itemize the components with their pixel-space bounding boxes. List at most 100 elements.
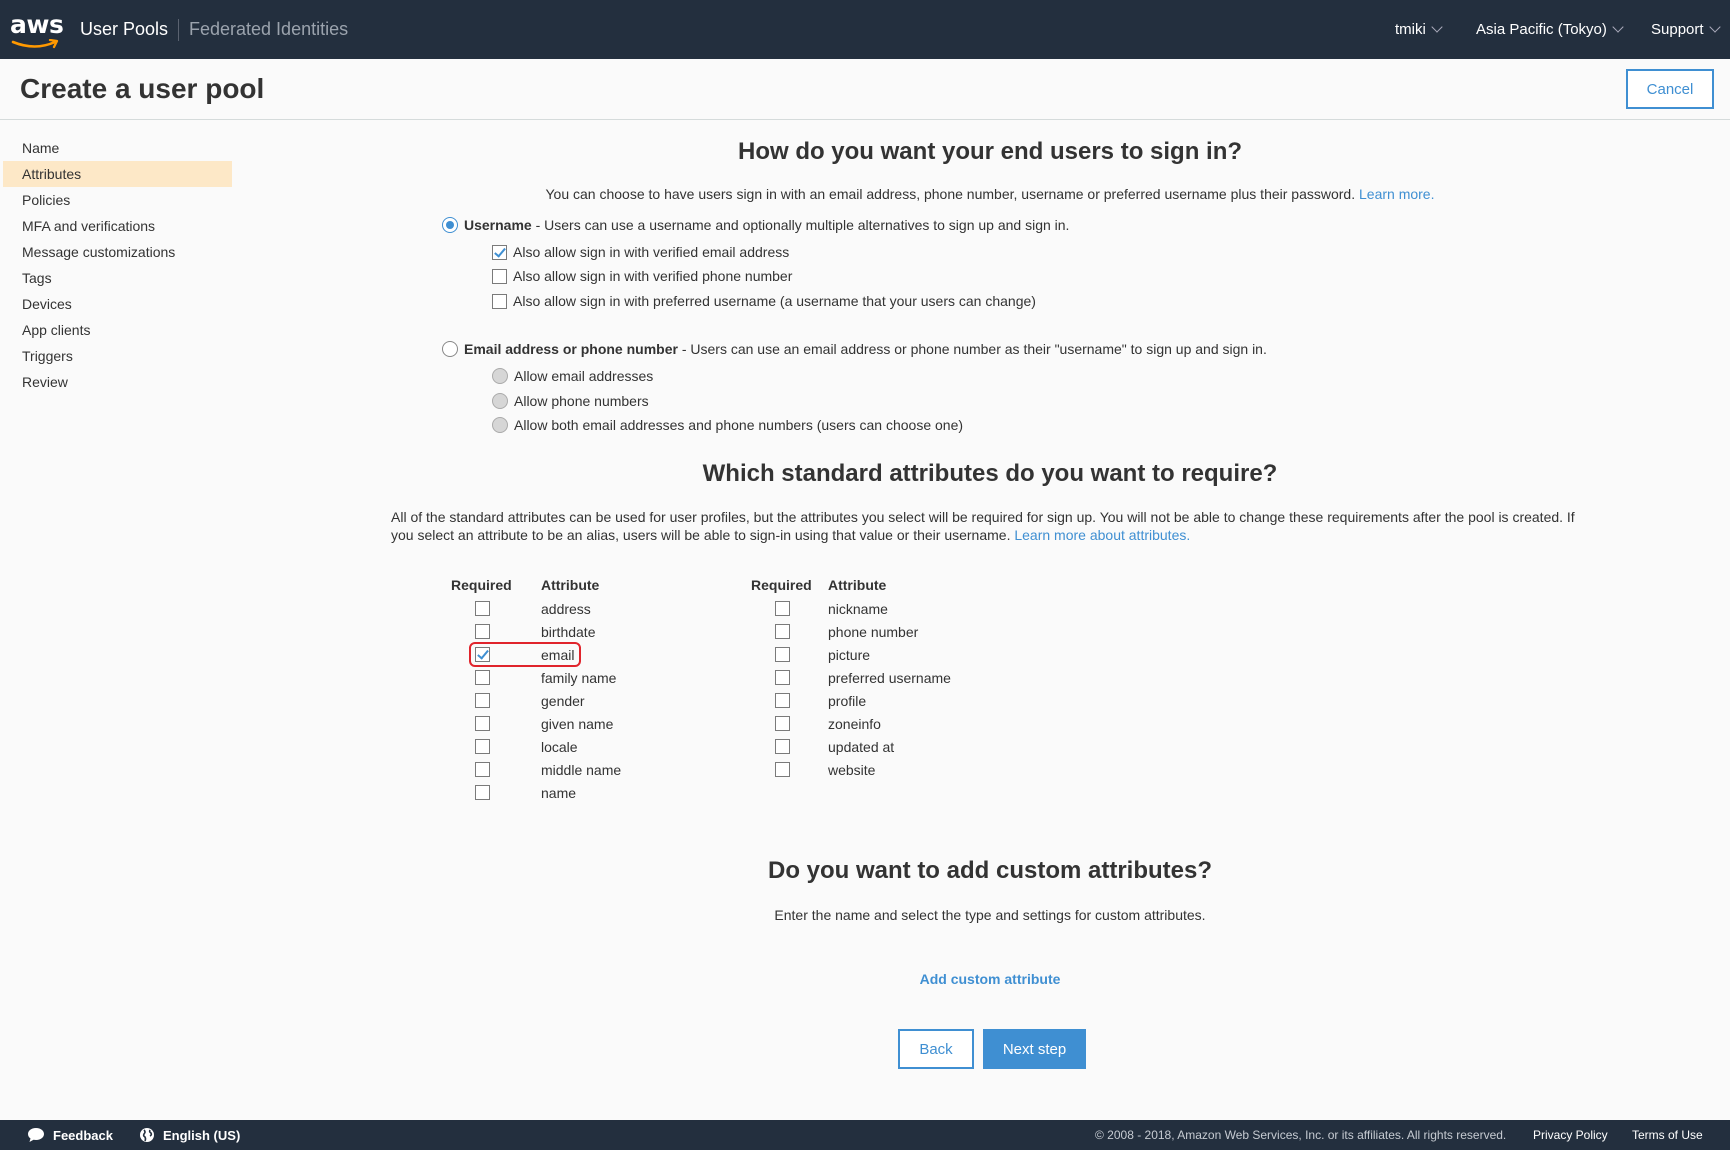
next-step-button[interactable]: Next step [983, 1029, 1086, 1069]
left-col-required-header: Required [451, 577, 512, 593]
allow-phone-option[interactable]: Also allow sign in with verified phone n… [492, 268, 792, 284]
page-title: Create a user pool [20, 73, 265, 104]
attr-row-family-name[interactable]: family name [475, 666, 616, 689]
attr-row-gender[interactable]: gender [475, 689, 585, 712]
globe-icon [140, 1128, 154, 1142]
attr-label-updated-at: updated at [828, 738, 895, 755]
language-label: English (US) [163, 1127, 241, 1143]
signin-intro: You can choose to have users sign in wit… [390, 186, 1590, 202]
chevron-down-icon [1431, 21, 1443, 33]
allow-preferred-option[interactable]: Also allow sign in with preferred userna… [492, 293, 1036, 309]
aws-logo[interactable]: aws [10, 10, 64, 52]
sidebar-item-devices[interactable]: Devices [0, 291, 232, 317]
attr-checkbox-updated-at[interactable] [775, 739, 790, 754]
attr-checkbox-zoneinfo[interactable] [775, 716, 790, 731]
region-menu-label: Asia Pacific (Tokyo) [1476, 21, 1607, 38]
terms-of-use-link[interactable]: Terms of Use [1632, 1128, 1703, 1142]
sidebar-item-attributes[interactable]: Attributes [3, 161, 232, 187]
standard-desc-text: All of the standard attributes can be us… [391, 509, 1575, 543]
sidebar-item-mfa[interactable]: MFA and verifications [0, 213, 232, 239]
attr-row-middle-name[interactable]: middle name [475, 758, 621, 781]
page-header: Create a user pool Cancel [0, 59, 1730, 120]
attr-checkbox-nickname[interactable] [775, 601, 790, 616]
sidebar-item-app-clients[interactable]: App clients [0, 317, 232, 343]
attr-row-preferred-username[interactable]: preferred username [775, 666, 951, 689]
allow-phone-checkbox[interactable] [492, 268, 507, 284]
email-phone-radio[interactable] [442, 341, 458, 357]
attr-checkbox-phone-number[interactable] [775, 624, 790, 639]
attr-checkbox-middle-name[interactable] [475, 762, 490, 777]
attr-checkbox-family-name[interactable] [475, 670, 490, 685]
standard-attributes-title: Which standard attributes do you want to… [702, 460, 1278, 487]
email-phone-option[interactable]: Email address or phone number - Users ca… [442, 341, 1267, 357]
attr-row-locale[interactable]: locale [475, 735, 578, 758]
attr-checkbox-given-name[interactable] [475, 716, 490, 731]
back-button[interactable]: Back [898, 1029, 974, 1069]
attr-row-address[interactable]: address [475, 597, 591, 620]
signin-intro-text: You can choose to have users sign in wit… [545, 186, 1356, 202]
attr-row-updated-at[interactable]: updated at [775, 735, 894, 758]
right-col-required-header: Required [751, 577, 812, 593]
attr-checkbox-website[interactable] [775, 762, 790, 777]
attr-row-profile[interactable]: profile [775, 689, 866, 712]
user-menu[interactable]: tmiki [1395, 21, 1443, 38]
sidebar-item-messages[interactable]: Message customizations [0, 239, 232, 265]
allow-both-radio [492, 417, 508, 433]
username-option[interactable]: Username - Users can use a username and … [442, 217, 1069, 233]
allow-preferred-checkbox[interactable] [492, 293, 507, 309]
email-phone-label: Email address or phone number [464, 341, 678, 357]
copyright-text: © 2008 - 2018, Amazon Web Services, Inc.… [1095, 1128, 1507, 1142]
language-selector[interactable]: English (US) [139, 1127, 240, 1143]
attr-checkbox-name[interactable] [475, 785, 490, 800]
cancel-button[interactable]: Cancel [1626, 69, 1714, 109]
add-custom-attribute-link[interactable]: Add custom attribute [390, 971, 1590, 987]
learn-more-attributes-link[interactable]: Learn more about attributes. [1014, 527, 1190, 543]
allow-email-addresses-option: Allow email addresses [492, 368, 653, 384]
username-radio[interactable] [442, 217, 458, 233]
footer: Feedback English (US) © 2008 - 2018, Ama… [0, 1120, 1730, 1150]
attr-row-picture[interactable]: picture [775, 643, 870, 666]
attr-label-family-name: family name [541, 669, 617, 686]
aws-logo-text: aws [10, 10, 64, 39]
attr-checkbox-locale[interactable] [475, 739, 490, 754]
attr-row-nickname[interactable]: nickname [775, 597, 888, 620]
learn-more-link[interactable]: Learn more. [1359, 186, 1434, 202]
attr-row-name[interactable]: name [475, 781, 576, 804]
sidebar-item-triggers[interactable]: Triggers [0, 343, 232, 369]
feedback-link[interactable]: Feedback [27, 1127, 113, 1143]
sidebar-item-review[interactable]: Review [0, 369, 232, 395]
attr-checkbox-preferred-username[interactable] [775, 670, 790, 685]
top-navigation: aws User Pools Federated Identities tmik… [0, 0, 1730, 59]
nav-federated-identities[interactable]: Federated Identities [189, 19, 348, 40]
sidebar-item-policies[interactable]: Policies [0, 187, 232, 213]
sidebar-item-tags[interactable]: Tags [0, 265, 232, 291]
allow-email-checkbox[interactable] [492, 244, 507, 260]
attr-checkbox-gender[interactable] [475, 693, 490, 708]
attr-row-phone-number[interactable]: phone number [775, 620, 918, 643]
allow-email-option[interactable]: Also allow sign in with verified email a… [492, 244, 789, 260]
chevron-down-icon [1612, 21, 1624, 33]
attr-label-nickname: nickname [828, 600, 888, 617]
attr-checkbox-address[interactable] [475, 601, 490, 616]
allow-phone-numbers-option: Allow phone numbers [492, 393, 649, 409]
sidebar-item-name[interactable]: Name [0, 135, 232, 161]
username-label: Username [464, 217, 532, 233]
allow-email-label: Also allow sign in with verified email a… [513, 244, 790, 260]
support-menu[interactable]: Support [1651, 21, 1721, 38]
attr-checkbox-profile[interactable] [775, 693, 790, 708]
wizard-steps-sidebar: Name Attributes Policies MFA and verific… [0, 135, 232, 395]
privacy-policy-link[interactable]: Privacy Policy [1533, 1128, 1608, 1142]
attr-label-locale: locale [541, 738, 578, 755]
attr-row-zoneinfo[interactable]: zoneinfo [775, 712, 881, 735]
attr-label-address: address [541, 600, 591, 617]
nav-user-pools[interactable]: User Pools [80, 19, 168, 40]
allow-both-label: Allow both email addresses and phone num… [514, 417, 964, 433]
region-menu[interactable]: Asia Pacific (Tokyo) [1476, 21, 1624, 38]
attr-row-birthdate[interactable]: birthdate [475, 620, 595, 643]
allow-phone-label: Also allow sign in with verified phone n… [513, 268, 793, 284]
attr-row-given-name[interactable]: given name [475, 712, 613, 735]
attr-row-website[interactable]: website [775, 758, 875, 781]
support-menu-label: Support [1651, 21, 1704, 38]
attr-checkbox-picture[interactable] [775, 647, 790, 662]
attr-checkbox-birthdate[interactable] [475, 624, 490, 639]
